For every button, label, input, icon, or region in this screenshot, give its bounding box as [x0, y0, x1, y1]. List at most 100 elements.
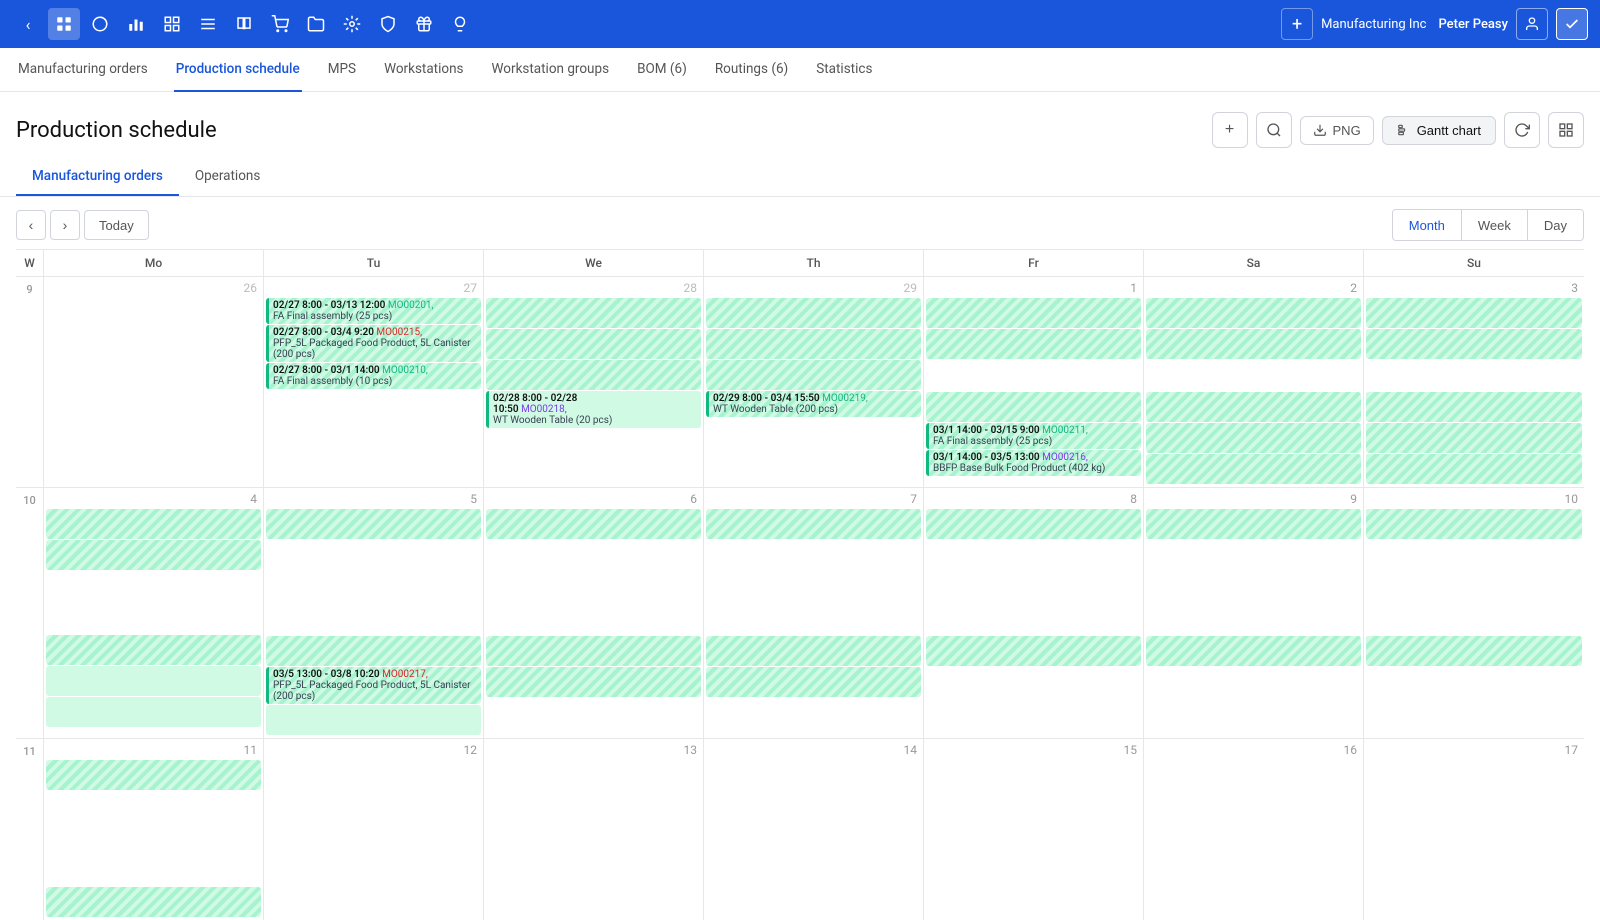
day-16: 16 [1144, 739, 1364, 920]
sub-tab-manufacturing-orders[interactable]: Manufacturing orders [16, 160, 179, 196]
e11-mo [46, 666, 261, 696]
day-27-num: 27 [266, 281, 481, 297]
sub-tabs: Manufacturing orders Operations [0, 160, 1600, 197]
day-6-num: 6 [486, 492, 701, 508]
day-29: 29 02/29 8:00 - 03/4 15:50 MO00219, WT W… [704, 277, 924, 487]
folder-icon[interactable] [300, 8, 332, 40]
event-e1[interactable]: 02/27 8:00 - 03/13 12:00 MO00201, FA Fin… [266, 298, 481, 324]
plus-button[interactable]: + [1281, 8, 1313, 40]
day-4: 4 [44, 488, 264, 738]
day-11: 11 [44, 739, 264, 920]
shield-icon[interactable] [372, 8, 404, 40]
week-9-row: 9 26 27 02/27 8:00 - 03/13 12:00 MO00201… [16, 276, 1584, 487]
day-14: 14 [704, 739, 924, 920]
day-28: 28 02/28 8:00 - 02/28 10:50 MO00218, WT … [484, 277, 704, 487]
e11-tu [266, 705, 481, 735]
cart-icon[interactable] [264, 8, 296, 40]
settings-icon[interactable] [336, 8, 368, 40]
event-e6[interactable]: 03/1 14:00 - 03/15 9:00 MO00211, FA Fina… [926, 423, 1141, 449]
day-5: 5 03/5 13:00 - 03/8 10:20 MO00217, PFP_5… [264, 488, 484, 738]
nav-routings[interactable]: Routings (6) [713, 48, 790, 92]
event-e1-cont [486, 298, 701, 328]
page-header-actions: + PNG Gantt chart [1212, 112, 1584, 148]
e1-we [486, 509, 701, 539]
top-bar: ‹ [0, 0, 1600, 48]
e6-sa [1146, 423, 1361, 453]
event-e5[interactable]: 02/29 8:00 - 03/4 15:50 MO00219, WT Wood… [706, 391, 921, 417]
nav-workstation-groups[interactable]: Workstation groups [490, 48, 612, 92]
day-17-num: 17 [1366, 743, 1582, 759]
event-e3[interactable]: 02/27 8:00 - 03/1 14:00 MO00210, FA Fina… [266, 363, 481, 389]
sat-header: Sa [1144, 250, 1364, 276]
day-13: 13 [484, 739, 704, 920]
e1-sa2 [1146, 509, 1361, 539]
e1-w10-mo [46, 509, 261, 539]
view-toggle-button[interactable] [1548, 112, 1584, 148]
day-7-num: 7 [706, 492, 921, 508]
grid-icon[interactable] [156, 8, 188, 40]
day-11-num: 11 [46, 743, 261, 759]
bulb-icon[interactable] [444, 8, 476, 40]
nav-mps[interactable]: MPS [326, 48, 358, 92]
event-e2[interactable]: 02/27 8:00 - 03/4 9:20 MO00215, PFP_5L P… [266, 325, 481, 362]
event-e10[interactable]: 03/5 13:00 - 03/8 10:20 MO00217, PFP_5L … [266, 667, 481, 704]
nav-production-schedule[interactable]: Production schedule [174, 48, 302, 92]
today-button[interactable]: Today [84, 210, 149, 240]
fri-header: Fr [924, 250, 1144, 276]
refresh-button[interactable] [1504, 112, 1540, 148]
e6-sa2 [1146, 636, 1361, 666]
day-6: 6 [484, 488, 704, 738]
e6-th [706, 636, 921, 666]
secondary-nav: Manufacturing orders Production schedule… [0, 48, 1600, 92]
month-view-button[interactable]: Month [1393, 210, 1461, 240]
event-e4[interactable]: 02/28 8:00 - 02/28 10:50 MO00218, WT Woo… [486, 391, 701, 428]
book-icon[interactable] [228, 8, 260, 40]
sub-tab-operations[interactable]: Operations [179, 160, 277, 196]
e6-fr [926, 636, 1141, 666]
e6-su [1366, 423, 1582, 453]
search-button[interactable] [1256, 112, 1292, 148]
day-8: 8 [924, 488, 1144, 738]
add-button[interactable]: + [1212, 112, 1248, 148]
gift-icon[interactable] [408, 8, 440, 40]
company-name: Manufacturing Inc [1321, 17, 1426, 32]
export-png-button[interactable]: PNG [1300, 116, 1374, 145]
week-col-header: W [16, 250, 44, 276]
list-icon[interactable] [192, 8, 224, 40]
gantt-label: Gantt chart [1417, 123, 1481, 138]
week-11-days: 11 11 12 13 14 15 [16, 739, 1584, 920]
e1-su [1366, 298, 1582, 328]
e6-w11 [46, 887, 261, 917]
wed-header: We [484, 250, 704, 276]
check-icon[interactable] [1556, 8, 1588, 40]
top-bar-right: + Manufacturing Inc Peter Peasy [1281, 8, 1588, 40]
day-3-num: 3 [1366, 281, 1582, 297]
day-17: 17 [1364, 739, 1584, 920]
day-2-num: 2 [1146, 281, 1361, 297]
loading-icon[interactable] [84, 8, 116, 40]
back-icon[interactable]: ‹ [12, 8, 44, 40]
event-e3-cont2 [706, 360, 921, 390]
user-avatar-icon[interactable] [1516, 8, 1548, 40]
week-11-num: 11 [16, 739, 44, 920]
chart-icon[interactable] [120, 8, 152, 40]
tue-header: Tu [264, 250, 484, 276]
prev-button[interactable]: ‹ [16, 210, 46, 240]
gantt-chart-button[interactable]: Gantt chart [1382, 116, 1496, 145]
week-10-row: 10 4 5 [16, 487, 1584, 738]
day-view-button[interactable]: Day [1527, 210, 1583, 240]
nav-bom[interactable]: BOM (6) [635, 48, 689, 92]
week-view-button[interactable]: Week [1461, 210, 1527, 240]
mon-header: Mo [44, 250, 264, 276]
nav-manufacturing-orders[interactable]: Manufacturing orders [16, 48, 150, 92]
e10-th [706, 667, 921, 697]
app-icon-1[interactable] [48, 8, 80, 40]
day-15: 15 [924, 739, 1144, 920]
next-button[interactable]: › [50, 210, 80, 240]
day-12-num: 12 [266, 743, 481, 759]
event-e7[interactable]: 03/1 14:00 - 03/5 13:00 MO00216, BBFP Ba… [926, 450, 1141, 476]
e6-w10-tu [266, 636, 481, 666]
nav-workstations[interactable]: Workstations [382, 48, 465, 92]
e2-sa [1146, 329, 1361, 359]
nav-statistics[interactable]: Statistics [814, 48, 874, 92]
